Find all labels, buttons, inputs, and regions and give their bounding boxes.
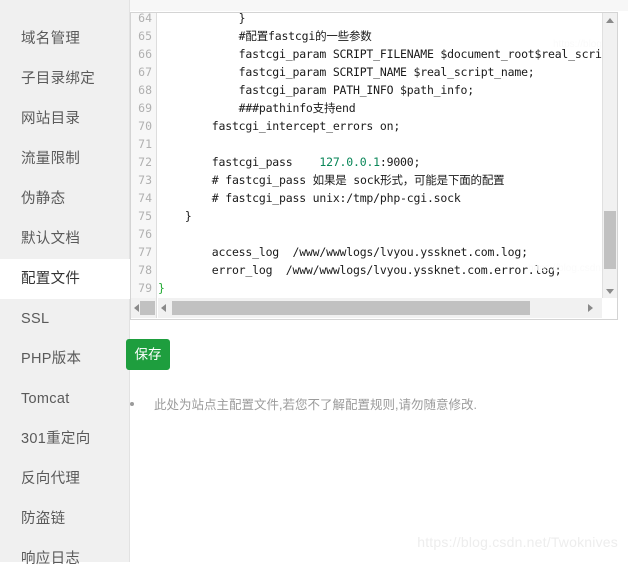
code-line[interactable]: ###pathinfo支持end: [158, 99, 602, 117]
sidebar-item-2[interactable]: 网站目录: [0, 99, 130, 139]
line-number: 74: [138, 191, 152, 205]
note-block: 此处为站点主配置文件,若您不了解配置规则,请勿随意修改.: [130, 396, 550, 414]
line-number: 76: [138, 227, 152, 241]
gutter-scroll-left-arrow-icon: [134, 304, 139, 312]
config-file-editor[interactable]: 64 65 66 67 68 69 70 71 72 73 74 75 76 77 78 79 } #配置fa…: [130, 12, 618, 320]
code-line[interactable]: [158, 225, 602, 243]
code-token-address: 127.0.0.1: [319, 155, 380, 169]
line-number: 69: [138, 101, 152, 115]
note-text: 此处为站点主配置文件,若您不了解配置规则,请勿随意修改.: [154, 398, 477, 412]
sidebar-item-4[interactable]: 伪静态: [0, 179, 130, 219]
line-number: 66: [138, 47, 152, 61]
code-line[interactable]: fastcgi_param SCRIPT_NAME $real_script_n…: [158, 63, 602, 81]
line-number: 78: [138, 263, 152, 277]
code-line[interactable]: access_log /www/wwwlogs/lvyou.yssknet.co…: [158, 243, 602, 261]
line-number-gutter: 64 65 66 67 68 69 70 71 72 73 74 75 76 77 78 79: [131, 13, 157, 299]
vertical-scroll-thumb[interactable]: [604, 211, 616, 269]
top-strip-right: [130, 0, 628, 11]
save-button[interactable]: 保存: [126, 339, 170, 370]
code-line[interactable]: fastcgi_pass 127.0.0.1:9000;: [158, 153, 602, 171]
sidebar-item-8[interactable]: PHP版本: [0, 339, 130, 379]
scroll-down-arrow-icon[interactable]: [603, 284, 617, 299]
sidebar-item-10[interactable]: 301重定向: [0, 419, 130, 459]
sidebar-item-9[interactable]: Tomcat: [0, 379, 130, 419]
code-line[interactable]: }: [158, 207, 602, 225]
line-number: 64: [138, 13, 152, 25]
sidebar-item-13[interactable]: 响应日志: [0, 539, 130, 579]
gutter-scroll-thumb[interactable]: [140, 301, 155, 315]
bullet-icon: [130, 402, 134, 406]
line-number: 72: [138, 155, 152, 169]
scroll-up-arrow-icon[interactable]: [603, 13, 617, 28]
code-scroll-left-arrow-icon: [161, 304, 166, 312]
code-line[interactable]: # fastcgi_pass unix:/tmp/php-cgi.sock: [158, 189, 602, 207]
code-text-area[interactable]: } #配置fastcgi的一些参数 fastcgi_param SCRIPT_F…: [158, 13, 602, 299]
code-line[interactable]: }: [158, 279, 602, 297]
line-number: 65: [138, 29, 152, 43]
code-line[interactable]: fastcgi_param PATH_INFO $path_info;: [158, 81, 602, 99]
sidebar-item-3[interactable]: 流量限制: [0, 139, 130, 179]
sidebar-nav: 域名管理 子目录绑定 网站目录 流量限制 伪静态 默认文档 配置文件 SSL PHP版本 Tomc…: [0, 0, 130, 567]
faint-watermark-mid: https://blog.csdn.net/Twoknives: [528, 263, 602, 274]
line-number: 75: [138, 209, 152, 223]
code-line[interactable]: fastcgi_intercept_errors on;: [158, 117, 602, 135]
line-number: 67: [138, 65, 152, 79]
code-horizontal-scrollbar[interactable]: [158, 298, 602, 318]
code-line[interactable]: #配置fastcgi的一些参数: [158, 27, 602, 45]
code-scroll-thumb[interactable]: [172, 301, 530, 315]
sidebar-item-1[interactable]: 子目录绑定: [0, 59, 130, 99]
line-number: 79: [138, 281, 152, 295]
line-number: 77: [138, 245, 152, 259]
sidebar-item-5[interactable]: 默认文档: [0, 219, 130, 259]
code-line[interactable]: }: [158, 13, 602, 27]
line-number: 73: [138, 173, 152, 187]
code-token-brace: }: [158, 281, 165, 295]
page-watermark: https://blog.csdn.net/Twoknives: [417, 534, 618, 550]
code-line[interactable]: fastcgi_param SCRIPT_FILENAME $document_…: [158, 45, 602, 63]
line-number: 68: [138, 83, 152, 97]
code-line[interactable]: [158, 135, 602, 153]
sidebar-item-6[interactable]: 配置文件: [0, 259, 130, 299]
line-number: 70: [138, 119, 152, 133]
faint-watermark-top: https://blog.csdn.net/Twoknives: [553, 39, 602, 50]
sidebar-item-0[interactable]: 域名管理: [0, 19, 130, 59]
code-scroll-right-arrow-icon: [588, 304, 593, 312]
sidebar-item-11[interactable]: 反向代理: [0, 459, 130, 499]
line-number: 71: [138, 137, 152, 151]
gutter-horizontal-scrollbar[interactable]: [131, 298, 157, 318]
sidebar-item-12[interactable]: 防盗链: [0, 499, 130, 539]
scrollbar-corner: [602, 299, 617, 319]
code-line[interactable]: # fastcgi_pass 如果是 sock形式，可能是下面的配置: [158, 171, 602, 189]
sidebar-item-7[interactable]: SSL: [0, 299, 130, 339]
editor-horizontal-scrollbar-row: [131, 298, 617, 319]
editor-vertical-scrollbar[interactable]: [602, 13, 617, 299]
